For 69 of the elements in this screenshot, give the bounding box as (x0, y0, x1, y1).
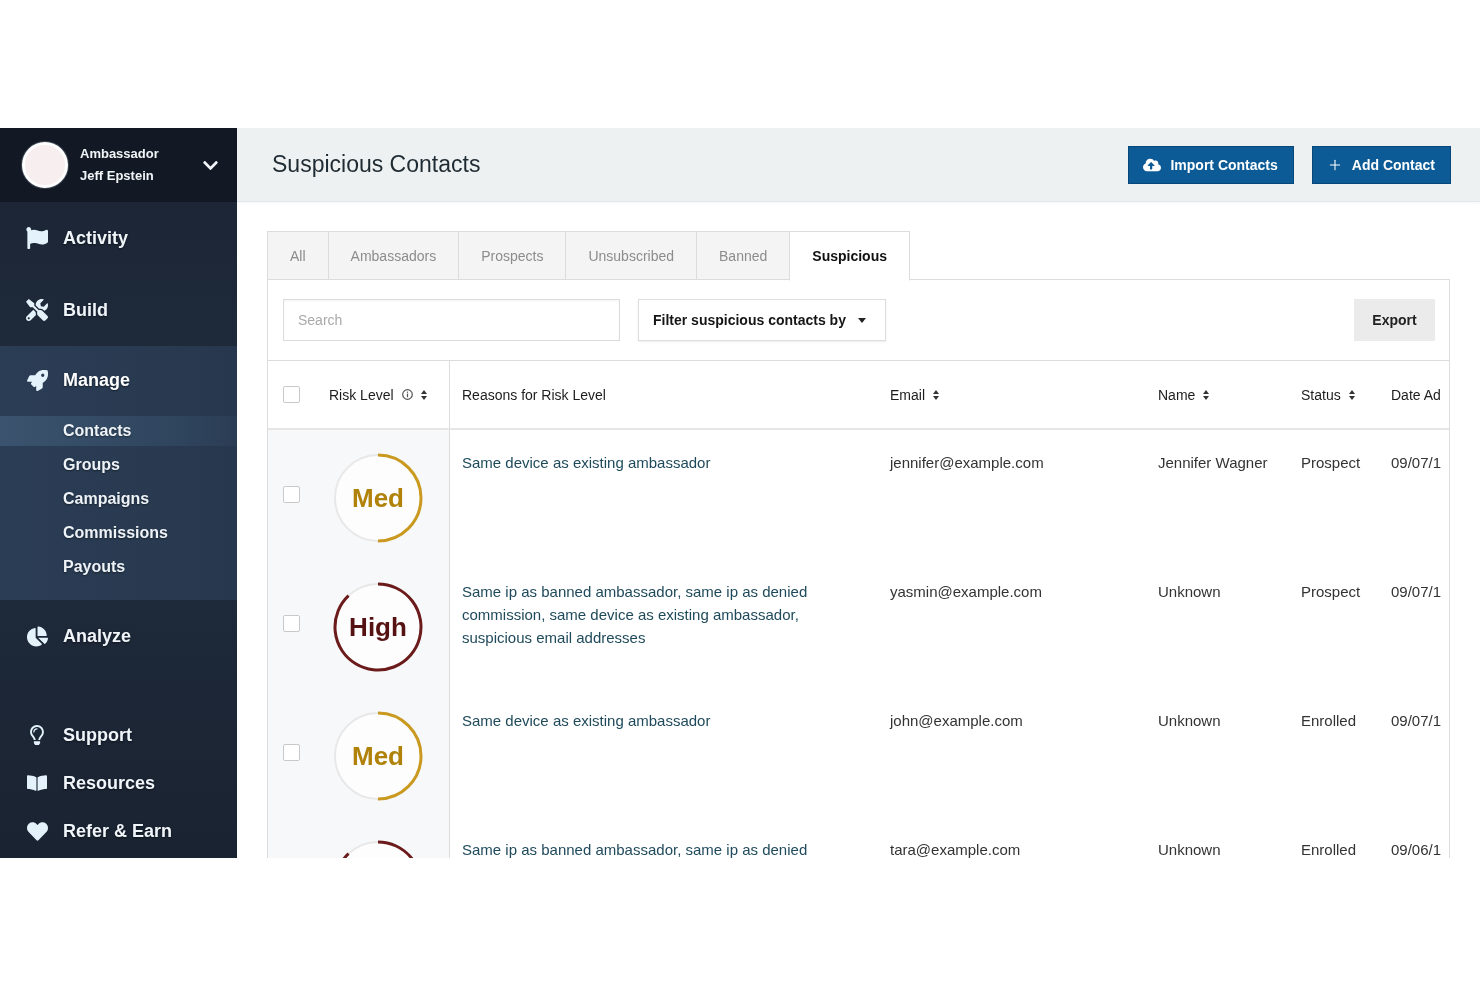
profile-role: Ambassador (80, 146, 159, 162)
heart-icon (26, 820, 48, 842)
name-text: Jennifer Wagner (1157, 453, 1269, 473)
date-text: 09/07/1 (1390, 582, 1443, 602)
caret-icon (857, 317, 866, 323)
status-text: Enrolled (1300, 840, 1358, 858)
pie-chart-icon (26, 625, 48, 647)
open-book-icon (27, 773, 47, 793)
email-text: jennifer@example.com (888, 453, 1045, 473)
checkbox[interactable] (283, 486, 300, 503)
nav-item[interactable]: Resources (0, 759, 237, 807)
info-icon[interactable] (401, 389, 413, 400)
status-text: Enrolled (1300, 711, 1358, 731)
nav-subitem[interactable]: Contacts (0, 416, 237, 446)
risk-level-label: High (349, 612, 407, 642)
column-header: Date Ad (1391, 386, 1441, 403)
search-field[interactable]: Search (283, 299, 620, 341)
sort-icon[interactable] (1348, 389, 1355, 400)
nav-subitem[interactable]: Payouts (0, 552, 237, 582)
name-text: Unknown (1157, 711, 1222, 731)
page-title: Suspicious Contacts (272, 151, 481, 178)
reasons-text: Same device as existing ambassador (461, 711, 712, 731)
column-header: Reasons for Risk Level (462, 386, 606, 403)
sort-icon[interactable] (420, 389, 427, 400)
lightbulb-icon (27, 725, 47, 745)
nav-item[interactable]: Manage (0, 346, 237, 414)
nav-item[interactable]: Build (0, 274, 237, 346)
status-text: Prospect (1300, 453, 1362, 473)
column-header[interactable]: Status (1301, 386, 1341, 403)
tools-icon (26, 299, 48, 321)
checkbox[interactable] (283, 386, 300, 403)
cloud-upload-icon (1143, 155, 1162, 174)
nav-subitem[interactable]: Campaigns (0, 484, 237, 514)
date-text: 09/07/1 (1390, 711, 1443, 731)
sort-icon[interactable] (1203, 389, 1210, 400)
sort-icon[interactable] (933, 389, 939, 400)
tab[interactable]: Suspicious (789, 231, 910, 281)
flag-icon (26, 227, 48, 249)
column-header[interactable]: Risk Level (329, 386, 394, 403)
reasons-text: Same ip as banned ambassador, same ip as denied (461, 840, 809, 858)
export-button[interactable]: Export (1354, 299, 1435, 341)
email-text: tara@example.com (889, 840, 1022, 858)
avatar (22, 142, 68, 188)
reasons-text: Same device as existing ambassador (461, 453, 712, 473)
nav-item[interactable]: Refer & Earn (0, 807, 237, 855)
date-text: 09/07/1 (1390, 453, 1443, 473)
nav-item[interactable]: Analyze (0, 600, 237, 672)
checkbox[interactable] (283, 744, 300, 761)
reasons-text: Same ip as banned ambassador, same ip as denied commission, same device as existing ambassador, suspicious email addresses (461, 582, 809, 648)
filter-dropdown[interactable]: Filter suspicious contacts by (638, 299, 886, 341)
column-header[interactable]: Email (890, 386, 925, 403)
status-text: Prospect (1300, 582, 1362, 602)
rocket-icon (26, 369, 48, 391)
nav-subitem[interactable]: Groups (0, 450, 237, 480)
add-button[interactable]: Add Contact (1311, 145, 1451, 184)
checkbox[interactable] (283, 615, 300, 632)
name-text: Unknown (1157, 840, 1222, 858)
column-header[interactable]: Name (1158, 386, 1196, 403)
risk-level-label: Med (352, 741, 404, 771)
import-button[interactable]: Import Contacts (1128, 145, 1294, 184)
profile-name: Jeff Epstein (80, 168, 155, 184)
nav-subitem[interactable]: Commissions (0, 518, 237, 548)
email-text: john@example.com (888, 711, 1024, 731)
email-text: yasmin@example.com (889, 582, 1043, 602)
date-text: 09/06/1 (1390, 840, 1443, 858)
nav-item[interactable]: Activity (0, 202, 237, 274)
name-text: Unknown (1157, 582, 1222, 602)
risk-level-label: Med (352, 483, 404, 513)
nav-item[interactable]: Support (0, 711, 237, 759)
